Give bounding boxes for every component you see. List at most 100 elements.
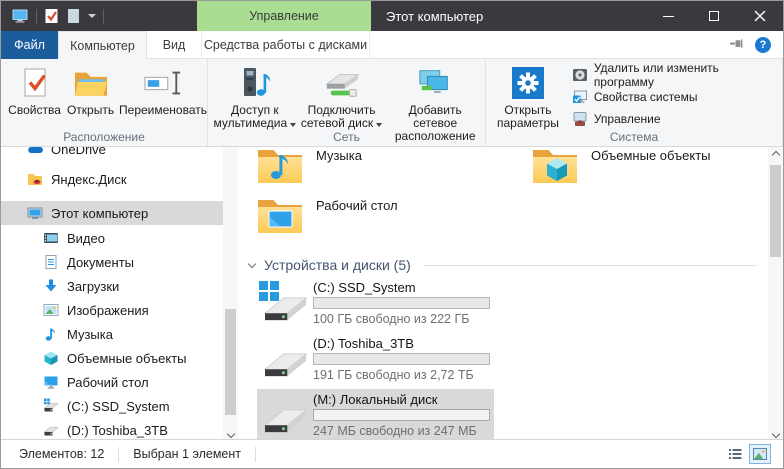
devices-section-header[interactable]: Устройства и диски (5) (249, 255, 757, 275)
tab-file[interactable]: Файл (1, 31, 58, 59)
sidebar-item-label: OneDrive (51, 147, 106, 157)
qat-separator (103, 9, 104, 24)
drive-tile-m-selected[interactable]: (M:) Локальный диск 247 МБ свободно из 2… (257, 389, 494, 441)
ribbon-group-network: Доступ к мультимедиа Подключить сетевой … (208, 59, 486, 146)
manage-icon (572, 111, 588, 127)
drive-name: (M:) Локальный диск (313, 392, 490, 408)
media-server-icon (239, 64, 271, 102)
drive-icon (259, 396, 307, 440)
ribbon-group-system: Открыть параметры Удалить или изменить п… (486, 59, 783, 146)
system-menu-computer-icon[interactable] (11, 8, 29, 24)
drive-name: (D:) Toshiba_3TB (313, 336, 490, 352)
close-button[interactable] (737, 1, 783, 31)
button-label: Управление (594, 112, 661, 126)
sidebar-scrollbar[interactable] (223, 147, 238, 441)
ribbon: Свойства Открыть Переименовать Расположе… (1, 59, 783, 147)
drive-usage-bar (313, 409, 490, 421)
button-label: Свойства (8, 104, 61, 117)
main-scrollbar[interactable] (768, 147, 783, 441)
button-label: Доступ к мультимедиа (214, 103, 288, 130)
sidebar-item-label: Загрузки (67, 279, 119, 294)
sidebar-item-label: Рабочий стол (67, 375, 149, 390)
drive-icon (43, 422, 59, 438)
sidebar-item-label: Музыка (67, 327, 113, 342)
network-drive-icon (324, 64, 360, 102)
minimize-button[interactable] (645, 1, 691, 31)
scrollbar-thumb[interactable] (770, 165, 781, 257)
sidebar-item-label: Изображения (67, 303, 149, 318)
window-title: Этот компьютер (386, 1, 483, 31)
pin-ribbon-button[interactable] (729, 37, 743, 53)
dropdown-caret-icon (290, 123, 296, 127)
dropdown-caret-icon (376, 123, 382, 127)
sidebar-item-documents[interactable]: Документы (1, 250, 223, 274)
window-controls (645, 1, 783, 31)
sidebar-item-drive-d[interactable]: (D:) Toshiba_3TB (1, 418, 223, 441)
properties-icon (20, 64, 50, 102)
tab-view[interactable]: Вид (147, 31, 201, 59)
properties-button[interactable]: Свойства (7, 61, 62, 117)
explorer-window: Управление Этот компьютер Файл Компьютер… (0, 0, 784, 469)
drive-free-space: 100 ГБ свободно из 222 ГБ (313, 312, 490, 326)
qat-properties-button[interactable] (44, 8, 59, 24)
folder-label: Музыка (316, 147, 362, 185)
qat-separator (36, 9, 37, 24)
navigation-pane: OneDrive Яндекс.Диск Этот компьютер Виде… (1, 147, 238, 441)
contextual-tab-header[interactable]: Управление (197, 1, 371, 31)
drive-usage-bar (313, 353, 490, 365)
large-icons-view-button[interactable] (749, 444, 771, 464)
maximize-button[interactable] (691, 1, 737, 31)
sidebar-item-drive-c[interactable]: (C:) SSD_System (1, 394, 223, 418)
drive-free-space: 247 МБ свободно из 247 МБ (313, 424, 490, 438)
drive-usage-bar (313, 297, 490, 309)
quick-access-toolbar (11, 1, 104, 31)
uninstall-program-button[interactable]: Удалить или изменить программу (572, 66, 782, 84)
cloud-icon (27, 147, 43, 157)
qat-customize-dropdown[interactable] (88, 14, 96, 18)
sidebar-item-3d-objects[interactable]: Объемные объекты (1, 346, 223, 370)
tab-computer[interactable]: Компьютер (58, 31, 147, 59)
qat-new-folder-button[interactable] (66, 8, 81, 24)
drive-tile-c[interactable]: (C:) SSD_System 100 ГБ свободно из 222 Г… (257, 277, 494, 330)
music-folder-icon (256, 147, 304, 185)
items-count: Элементов: 12 (1, 447, 118, 461)
ribbon-tab-row: Файл Компьютер Вид Средства работы с дис… (1, 31, 783, 59)
help-button[interactable]: ? (755, 37, 771, 53)
sidebar-item-pictures[interactable]: Изображения (1, 298, 223, 322)
system-small-buttons: Удалить или изменить программу Свойства … (572, 61, 782, 128)
status-bar: Элементов: 12 Выбран 1 элемент (1, 439, 783, 468)
sidebar-item-videos[interactable]: Видео (1, 226, 223, 250)
sidebar-item-music[interactable]: Музыка (1, 322, 223, 346)
sidebar-item-downloads[interactable]: Загрузки (1, 274, 223, 298)
drive-tile-d[interactable]: (D:) Toshiba_3TB 191 ГБ свободно из 2,72… (257, 333, 494, 386)
open-button[interactable]: Открыть (62, 61, 119, 117)
tab-drive-tools[interactable]: Средства работы с дисками (201, 31, 370, 59)
map-network-drive-button[interactable]: Подключить сетевой диск (298, 61, 386, 130)
sidebar-item-this-pc[interactable]: Этот компьютер (1, 201, 223, 225)
folder-tile-desktop[interactable]: Рабочий стол (256, 195, 398, 235)
rename-button[interactable]: Переименовать (119, 61, 207, 117)
sidebar-item-desktop[interactable]: Рабочий стол (1, 370, 223, 394)
folder-tile-3d-objects[interactable]: Объемные объекты (531, 147, 711, 185)
windows-logo-icon (258, 280, 280, 302)
drive-info: (M:) Локальный диск 247 МБ свободно из 2… (313, 391, 490, 441)
sidebar-item-yandex-disk[interactable]: Яндекс.Диск (1, 167, 223, 191)
section-collapse-icon[interactable] (248, 259, 256, 267)
scrollbar-thumb[interactable] (225, 309, 236, 415)
system-properties-button[interactable]: Свойства системы (572, 88, 782, 106)
thumbnails-view-icon (753, 448, 767, 460)
close-icon (754, 10, 766, 22)
media-access-button[interactable]: Доступ к мультимедиа (212, 61, 298, 130)
drive-icon (259, 284, 307, 328)
sidebar-item-onedrive[interactable]: OneDrive (1, 147, 223, 161)
button-label: Подключить сетевой диск (301, 103, 376, 130)
scroll-up-button[interactable] (768, 147, 783, 162)
documents-icon (43, 254, 59, 270)
manage-button[interactable]: Управление (572, 110, 782, 128)
details-view-icon (729, 448, 742, 460)
open-settings-button[interactable]: Открыть параметры (492, 61, 564, 130)
details-view-button[interactable] (724, 444, 746, 464)
folder-tile-music[interactable]: Музыка (256, 147, 362, 185)
videos-icon (43, 230, 59, 246)
yandex-disk-icon (27, 171, 43, 187)
